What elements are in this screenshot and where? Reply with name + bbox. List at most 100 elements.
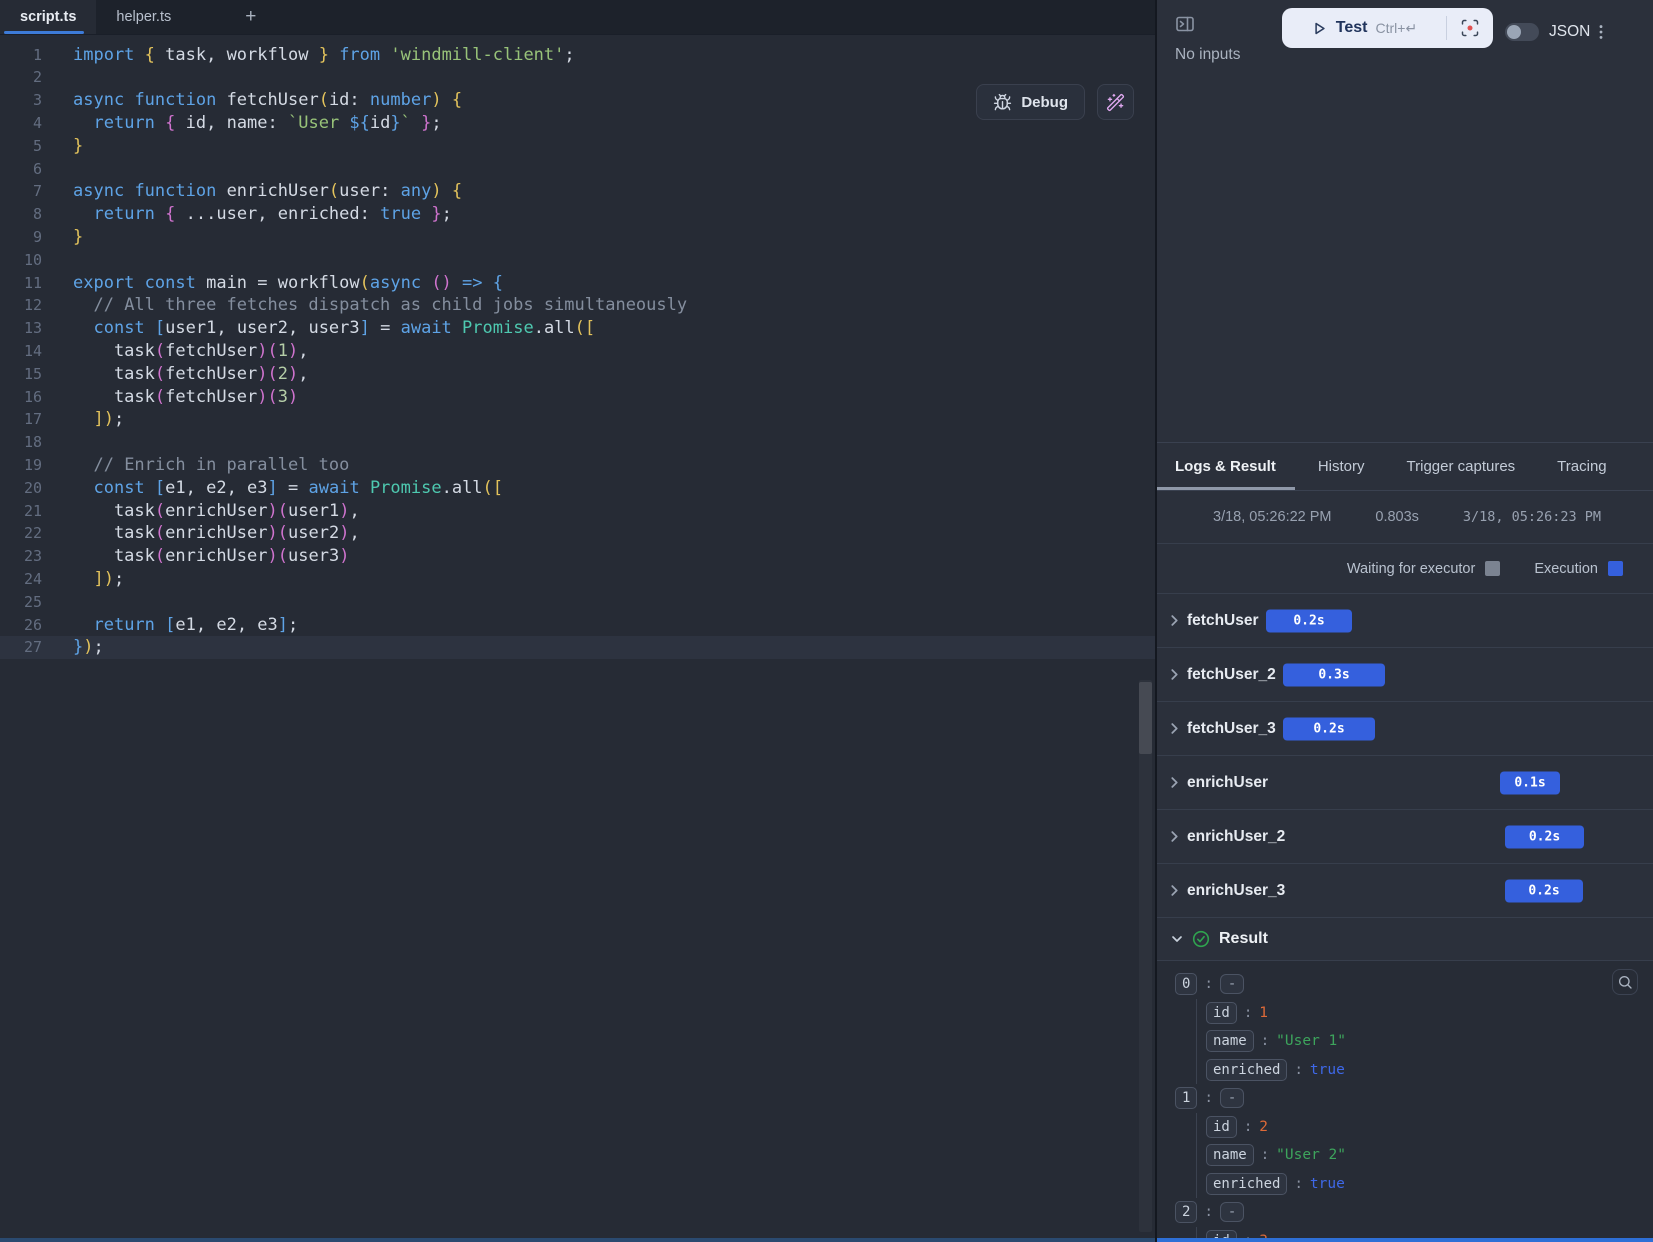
code-line[interactable]: 12 // All three fetches dispatch as chil… [0,294,1155,317]
json-toggle-label: JSON [1549,23,1590,41]
ai-wand-button[interactable] [1097,84,1134,120]
code-text: task(enrichUser)(user3) [73,545,349,568]
result-tree: 0:-id:1name:"User 1"enriched:true1:-id:2… [1175,970,1653,1242]
code-line[interactable]: 20 const [e1, e2, e3] = await Promise.al… [0,477,1155,500]
no-inputs-label: No inputs [1175,46,1240,64]
code-text: import { task, workflow } from 'windmill… [73,44,575,67]
result-header[interactable]: Result [1157,918,1653,961]
collapse-toggle[interactable]: - [1220,1202,1244,1222]
code-line[interactable]: 23 task(enrichUser)(user3) [0,545,1155,568]
json-fields: id:1name:"User 1"enriched:true [1196,999,1653,1085]
code-text: }); [73,636,104,659]
code-line[interactable]: 10 [0,249,1155,272]
tab-helper-ts[interactable]: helper.ts [96,0,191,34]
test-section: No inputs Test Ctrl+↵ [1157,0,1653,443]
code-line[interactable]: 9} [0,226,1155,249]
field-key[interactable]: id [1206,1116,1237,1138]
success-check-icon [1192,930,1210,948]
code-text: // All three fetches dispatch as child j… [73,294,687,317]
tab-script-ts[interactable]: script.ts [0,0,96,34]
code-text: return [e1, e2, e3]; [73,614,298,637]
code-line[interactable]: 22 task(enrichUser)(user2), [0,522,1155,545]
editor-toolbar: Debug [976,84,1134,120]
field-value: true [1310,1176,1345,1192]
code-line[interactable]: 7async function enrichUser(user: any) { [0,180,1155,203]
debug-label: Debug [1021,94,1068,111]
collapse-toggle[interactable]: - [1220,974,1244,994]
code-line[interactable]: 11export const main = workflow(async () … [0,272,1155,295]
field-key[interactable]: enriched [1206,1059,1287,1081]
field-key[interactable]: name [1206,1144,1254,1166]
test-button[interactable]: Test Ctrl+↵ [1282,8,1446,48]
tab-tracing[interactable]: Tracing [1557,458,1606,475]
collapse-toggle[interactable]: - [1220,1088,1244,1108]
colon: : [1204,1204,1212,1220]
test-shortcut: Ctrl+↵ [1376,20,1418,37]
debug-button[interactable]: Debug [976,84,1085,120]
more-options-button[interactable] [1589,18,1613,46]
field-value: "User 1" [1276,1033,1346,1049]
result-search-button[interactable] [1612,969,1638,995]
editor-scrollbar[interactable] [1139,680,1152,1232]
waiting-swatch [1485,561,1500,576]
code-line[interactable]: 16 task(fetchUser)(3) [0,386,1155,409]
index-key[interactable]: 2 [1175,1201,1197,1223]
line-number: 6 [0,158,42,181]
timeline-row[interactable]: enrichUser_20.2s [1157,810,1653,864]
field-key[interactable]: id [1206,1002,1237,1024]
code-line[interactable]: 18 [0,431,1155,454]
code-line[interactable]: 19 // Enrich in parallel too [0,454,1155,477]
timeline-row[interactable]: fetchUser_20.3s [1157,648,1653,702]
editor-bottom-resize-line[interactable] [0,1238,1155,1242]
collapse-panel-button[interactable] [1173,12,1197,36]
line-number: 24 [0,568,42,591]
field-key[interactable]: name [1206,1030,1254,1052]
code-line[interactable]: 1 import { task, workflow } from 'windmil… [0,44,1155,67]
timeline-row[interactable]: fetchUser0.2s [1157,594,1653,648]
code-line[interactable]: 21 task(enrichUser)(user1), [0,500,1155,523]
code-text: return { ...user, enriched: true }; [73,203,452,226]
field-key[interactable]: enriched [1206,1173,1287,1195]
field-value: true [1310,1062,1345,1078]
panel-bottom-resize-line[interactable] [1157,1238,1653,1242]
new-tab-button[interactable]: + [233,0,268,34]
index-key[interactable]: 0 [1175,973,1197,995]
line-number: 11 [0,272,42,295]
tab-history[interactable]: History [1318,458,1365,475]
code-text: // Enrich in parallel too [73,454,349,477]
code-line[interactable]: 27}); [0,636,1155,659]
code-editor[interactable]: 1 import { task, workflow } from 'windmil… [0,35,1155,1238]
chevron-right-icon [1169,885,1180,896]
line-number: 23 [0,545,42,568]
line-number: 21 [0,500,42,523]
code-line[interactable]: 13 const [user1, user2, user3] = await P… [0,317,1155,340]
timeline-row[interactable]: fetchUser_30.2s [1157,702,1653,756]
timeline-row[interactable]: enrichUser0.1s [1157,756,1653,810]
line-number: 12 [0,294,42,317]
play-icon [1311,20,1328,37]
chevron-right-icon [1169,777,1180,788]
code-line[interactable]: 8 return { ...user, enriched: true }; [0,203,1155,226]
code-line[interactable]: 14 task(fetchUser)(1), [0,340,1155,363]
code-line[interactable]: 24 ]); [0,568,1155,591]
field-value: 1 [1259,1005,1268,1021]
tab-trigger-captures[interactable]: Trigger captures [1407,458,1516,475]
scrollbar-thumb[interactable] [1139,682,1152,754]
chevron-right-icon [1169,615,1180,626]
code-line[interactable]: 15 task(fetchUser)(2), [0,363,1155,386]
code-line[interactable]: 17 ]); [0,408,1155,431]
capture-button[interactable] [1447,8,1493,48]
colon: : [1204,1090,1212,1106]
tab-label: helper.ts [116,9,171,25]
index-key[interactable]: 1 [1175,1087,1197,1109]
tab-logs-result[interactable]: Logs & Result [1175,458,1276,475]
timeline-row[interactable]: enrichUser_30.2s [1157,864,1653,918]
code-line[interactable]: 5} [0,135,1155,158]
execution-swatch [1608,561,1623,576]
code-line[interactable]: 26 return [e1, e2, e3]; [0,614,1155,637]
line-number: 1 [0,44,42,67]
code-line[interactable]: 25 [0,591,1155,614]
job-timeline: fetchUser0.2sfetchUser_20.3sfetchUser_30… [1157,594,1653,918]
json-toggle[interactable] [1505,23,1539,41]
code-line[interactable]: 6 [0,158,1155,181]
